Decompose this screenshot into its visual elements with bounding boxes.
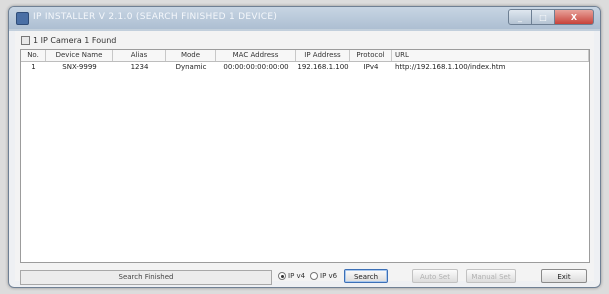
column-header-protocol[interactable]: Protocol (350, 50, 392, 61)
maximize-button[interactable]: □ (532, 9, 555, 25)
column-header-no[interactable]: No. (21, 50, 46, 61)
cell-mac-address: 00:00:00:00:00:00 (223, 63, 289, 71)
ipv6-radio[interactable]: IP v6 (310, 272, 337, 280)
table-row[interactable]: 1 SNX-9999 1234 Dynamic 00:00:00:00:00:0… (21, 62, 589, 72)
column-header-ip-address[interactable]: IP Address (296, 50, 350, 61)
minimize-button[interactable]: _ (508, 9, 532, 25)
column-header-url[interactable]: URL (392, 50, 589, 61)
cell-ip-address: 192.168.1.100 (297, 63, 349, 71)
search-summary: 1 IP Camera 1 Found (21, 36, 116, 45)
close-button[interactable]: X (555, 9, 594, 25)
window-title: IP INSTALLER V 2.1.0 (SEARCH FINISHED 1 … (33, 12, 278, 22)
cell-protocol: IPv4 (363, 63, 379, 71)
auto-set-button[interactable]: Auto Set (412, 269, 458, 283)
camera-icon (21, 36, 30, 45)
search-button[interactable]: Search (344, 269, 388, 283)
window-controls: _ □ X (508, 9, 594, 25)
bottom-bar: Search Finished IP v4 IP v6 Search Auto … (20, 269, 588, 285)
cell-device-name: SNX-9999 (62, 63, 97, 71)
column-header-device-name[interactable]: Device Name (46, 50, 113, 61)
cell-mode: Dynamic (175, 63, 207, 71)
exit-button[interactable]: Exit (541, 269, 587, 283)
cell-no: 1 (31, 63, 36, 71)
cell-url: http://192.168.1.100/index.htm (395, 63, 506, 71)
app-icon (16, 12, 29, 25)
title-bar[interactable]: IP INSTALLER V 2.1.0 (SEARCH FINISHED 1 … (9, 7, 600, 29)
ipv4-radio-dot[interactable] (278, 272, 286, 280)
device-list-header: No. Device Name Alias Mode MAC Address I… (21, 50, 589, 62)
device-list[interactable]: No. Device Name Alias Mode MAC Address I… (20, 49, 590, 263)
column-header-alias[interactable]: Alias (113, 50, 166, 61)
status-field: Search Finished (20, 270, 272, 285)
ipv6-radio-dot[interactable] (310, 272, 318, 280)
ipv4-label: IP v4 (288, 272, 306, 280)
ipv4-radio[interactable]: IP v4 (278, 272, 305, 280)
manual-set-button[interactable]: Manual Set (466, 269, 516, 283)
column-header-mac-address[interactable]: MAC Address (216, 50, 296, 61)
ip-installer-window: IP INSTALLER V 2.1.0 (SEARCH FINISHED 1 … (8, 6, 601, 288)
summary-text: 1 IP Camera 1 Found (33, 36, 117, 45)
client-area: 1 IP Camera 1 Found No. Device Name Alia… (15, 31, 594, 285)
column-header-mode[interactable]: Mode (166, 50, 216, 61)
ipv6-label: IP v6 (320, 272, 338, 280)
cell-alias: 1234 (130, 63, 149, 71)
